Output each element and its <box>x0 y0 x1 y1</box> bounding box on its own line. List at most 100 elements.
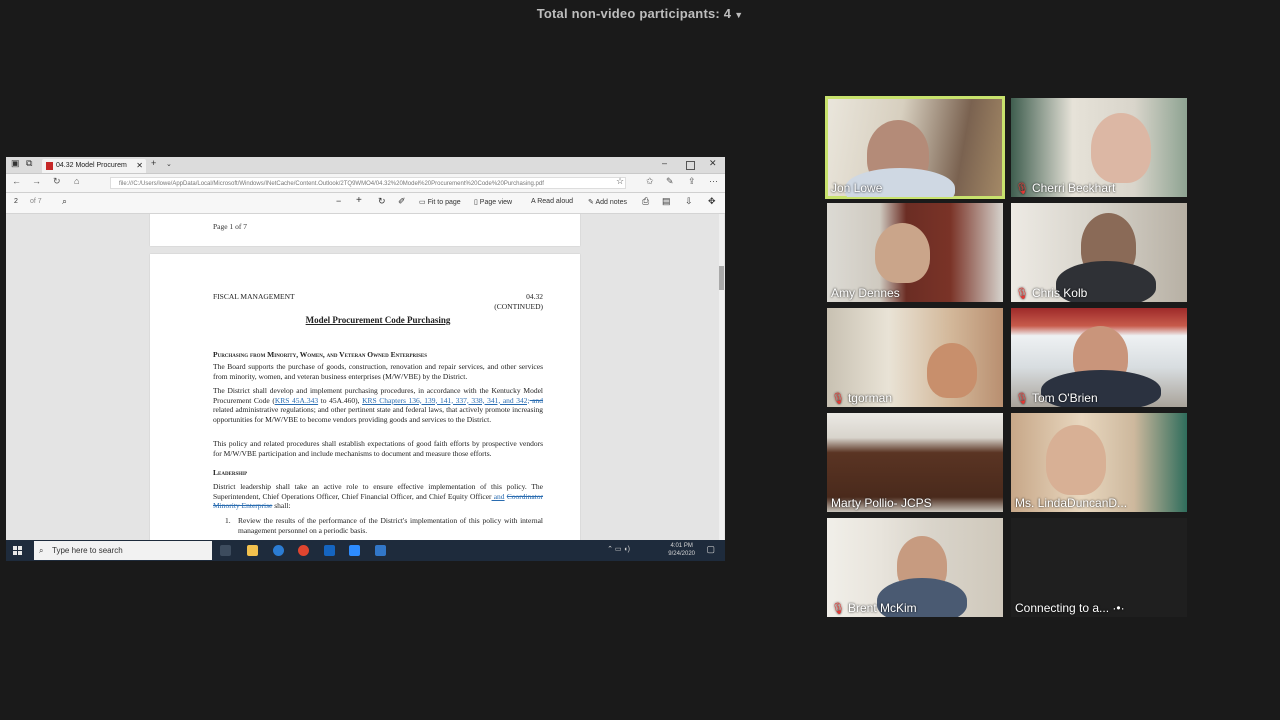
close-tab-icon[interactable]: ✕ <box>136 159 143 173</box>
participant-tile[interactable]: Amy Dennes <box>827 203 1003 302</box>
doc-link: and <box>491 491 505 501</box>
pen-icon[interactable]: ✎ <box>666 176 674 187</box>
connecting-icon: ·•· <box>1112 601 1125 615</box>
outlook-icon[interactable] <box>324 545 335 556</box>
participant-name-text: tgorman <box>847 391 892 405</box>
add-notes-button[interactable]: ✎ Add notes <box>588 198 627 206</box>
url-field[interactable]: file:///C:/Users/lowe/AppData/Local/Micr… <box>110 177 626 189</box>
participant-tile[interactable]: 🎙︎ Brent McKim <box>827 518 1003 617</box>
pdf-scrollbar[interactable] <box>719 214 724 540</box>
participant-video <box>875 223 930 283</box>
share-icon[interactable]: ⇪ <box>688 176 696 187</box>
zoom-in-icon[interactable]: + <box>356 195 362 206</box>
address-bar: ← → ↻ ⌂ file:///C:/Users/lowe/AppData/Lo… <box>6 174 725 193</box>
non-video-participants-dropdown[interactable]: Total non-video participants: 4 ▼ <box>0 6 1280 21</box>
back-icon[interactable]: ← <box>12 176 21 186</box>
pdf-page-1: Page 1 of 7 <box>150 214 580 246</box>
doc-paragraph: The Board supports the purchase of goods… <box>213 362 543 381</box>
system-tray-icons[interactable]: ⌃ ▭ ◖) <box>607 546 630 554</box>
doc-link[interactable]: KRS Chapters 136, 139, 141, 337, 338, 34… <box>362 396 529 405</box>
doc-link[interactable]: KRS 45A.343 <box>275 396 318 405</box>
fit-to-page-label: Fit to page <box>427 199 461 206</box>
zoom-out-icon[interactable]: − <box>336 196 341 206</box>
microphone-muted-icon: 🎙︎ <box>1015 393 1029 405</box>
doc-paragraph: District leadership shall take an active… <box>213 482 543 511</box>
doc-header-right: 04.32 <box>526 292 543 301</box>
microphone-muted-icon: 🎙︎ <box>831 393 845 405</box>
doc-text: related administrative regulations; and … <box>213 405 543 424</box>
rotate-icon[interactable]: ↻ <box>378 196 386 207</box>
zoom-app-icon[interactable] <box>349 545 360 556</box>
read-aloud-button[interactable]: A Read aloud <box>531 198 573 205</box>
participant-tile[interactable]: 🎙︎ Cherri Beckhart <box>1011 98 1187 197</box>
chrome-icon[interactable] <box>298 545 309 556</box>
participant-name: 🎙︎ Brent McKim <box>831 601 917 615</box>
save-icon[interactable]: ▤ <box>662 196 671 207</box>
participant-name: 🎙︎ Cherri Beckhart <box>1015 181 1115 195</box>
tab-list-icon[interactable]: ⌄ <box>166 160 172 168</box>
print-icon[interactable]: ⎙ <box>642 196 649 207</box>
save-as-icon[interactable]: ⇩ <box>685 196 693 207</box>
pdf-viewport[interactable]: Page 1 of 7 FISCAL MANAGEMENT 04.32 (CON… <box>6 214 725 540</box>
taskbar-search-input[interactable]: ⌕ Type here to search <box>34 541 212 560</box>
participant-tile[interactable]: Jon Lowe <box>825 96 1005 199</box>
close-window-icon[interactable]: ✕ <box>709 158 717 169</box>
url-text: file:///C:/Users/lowe/AppData/Local/Micr… <box>119 181 544 187</box>
doc-strikethrough: and <box>529 395 544 405</box>
participant-name-text: Brent McKim <box>847 601 917 615</box>
participant-name-text: Connecting to a... <box>1015 601 1110 615</box>
doc-continued: (CONTINUED) <box>494 302 543 311</box>
participant-name: 🎙︎ tgorman <box>831 391 892 405</box>
participant-name-text: Chris Kolb <box>1031 286 1088 300</box>
pdf-page-2: FISCAL MANAGEMENT 04.32 (CONTINUED) Mode… <box>150 254 580 540</box>
favorites-icon[interactable]: ✩ <box>646 176 654 187</box>
clock-date: 9/24/2020 <box>668 551 695 557</box>
forward-icon[interactable]: → <box>32 176 41 186</box>
more-icon[interactable]: ⋯ <box>709 176 718 187</box>
participant-tile[interactable]: Ms. LindaDuncanD... <box>1011 413 1187 512</box>
participant-name: 🎙︎ Chris Kolb <box>1015 286 1087 300</box>
home-icon[interactable]: ⌂ <box>74 176 79 186</box>
participant-name: Connecting to a... ·•· <box>1015 601 1125 615</box>
scrollbar-thumb[interactable] <box>719 266 724 290</box>
participant-video <box>1046 425 1106 495</box>
read-aloud-label: Read aloud <box>537 198 574 205</box>
doc-section-heading: Purchasing from Minority, Women, and Vet… <box>213 350 427 359</box>
window-menu-icon[interactable]: ▣ <box>11 158 20 169</box>
doc-text: to 45A.460), <box>318 395 363 405</box>
fit-to-page-button[interactable]: ▭ Fit to page <box>419 198 461 206</box>
edge-icon[interactable] <box>273 545 284 556</box>
page-total: of 7 <box>30 198 42 205</box>
file-explorer-icon[interactable] <box>247 545 258 556</box>
chevron-down-icon: ▼ <box>734 10 744 20</box>
browser-tab-bar: ▣ ⧉ 04.32 Model Procurem ✕ + ⌄ – ✕ <box>6 157 725 174</box>
find-icon[interactable]: ⌕ <box>62 196 67 207</box>
minimize-icon[interactable]: – <box>662 158 667 168</box>
favorite-star-icon[interactable]: ☆ <box>616 176 624 187</box>
participant-tile[interactable]: Connecting to a... ·•· <box>1011 518 1187 617</box>
maximize-icon[interactable] <box>686 161 695 170</box>
search-placeholder: Type here to search <box>52 546 123 555</box>
new-tab-icon[interactable]: + <box>151 158 156 168</box>
browser-tab[interactable]: 04.32 Model Procurem ✕ <box>42 159 146 173</box>
participant-tile[interactable]: Marty Pollio- JCPS <box>827 413 1003 512</box>
clock[interactable]: 4:01 PM 9/24/2020 <box>668 542 695 558</box>
tab-actions-icon[interactable]: ⧉ <box>26 158 32 169</box>
search-icon: ⌕ <box>39 546 44 555</box>
participant-name: Jon Lowe <box>831 181 882 195</box>
page-number-input[interactable]: 2 <box>14 198 18 205</box>
task-view-icon[interactable] <box>220 545 231 556</box>
edge-active-icon[interactable] <box>375 545 386 556</box>
participant-tile[interactable]: 🎙︎ Tom O'Brien <box>1011 308 1187 407</box>
draw-icon[interactable]: ✐ <box>398 196 406 207</box>
microphone-muted-icon: 🎙︎ <box>1015 183 1029 195</box>
windows-start-icon[interactable] <box>13 546 23 556</box>
participant-name: Marty Pollio- JCPS <box>831 496 932 510</box>
participant-tile[interactable]: 🎙︎ Chris Kolb <box>1011 203 1187 302</box>
participant-tile[interactable]: 🎙︎ tgorman <box>827 308 1003 407</box>
notifications-icon[interactable]: ▢ <box>706 545 715 554</box>
pin-icon[interactable]: ✥ <box>708 196 716 207</box>
page-view-button[interactable]: ▯ Page view <box>474 198 512 206</box>
refresh-icon[interactable]: ↻ <box>53 176 61 187</box>
windows-taskbar: ⌕ Type here to search ⌃ ▭ ◖) 4:01 PM 9/2… <box>6 540 725 561</box>
